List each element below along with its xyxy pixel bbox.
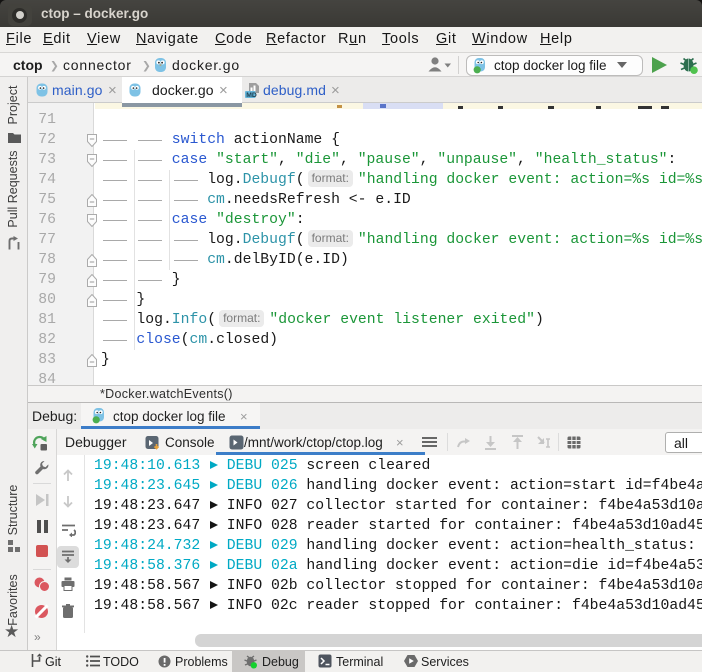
svg-text:MD: MD <box>246 92 257 98</box>
